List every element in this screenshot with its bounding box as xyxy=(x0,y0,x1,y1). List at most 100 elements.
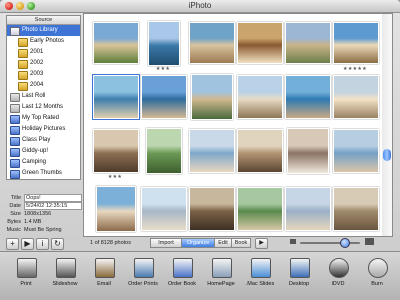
source-item-label: Camping xyxy=(22,159,47,165)
photo-thumbnail[interactable] xyxy=(148,20,180,66)
source-item[interactable]: Green Thumbs xyxy=(7,168,80,179)
mode-edit-button[interactable]: Edit xyxy=(214,238,232,248)
source-item[interactable]: Holiday Pictures xyxy=(7,124,80,135)
calendar-icon xyxy=(10,104,20,113)
photo-thumbnail[interactable] xyxy=(92,74,140,120)
source-item[interactable]: Last 12 Months xyxy=(7,102,80,113)
small-photo-icon xyxy=(290,239,296,244)
photo-thumbnail[interactable] xyxy=(333,75,379,119)
album-icon xyxy=(10,137,20,146)
organize-toolbar: Print Slideshow Email Order Prints Order Boo… xyxy=(0,251,400,300)
info-title-label: Title xyxy=(10,195,21,201)
info-music-value[interactable]: Must Be Spring xyxy=(24,226,78,234)
homepage-tool-button[interactable]: HomePage xyxy=(201,256,241,298)
photo-thumbnail[interactable] xyxy=(285,22,331,64)
photo-thumbnail[interactable] xyxy=(333,22,379,64)
source-item[interactable]: My Top Rated xyxy=(7,113,80,124)
order-book-tool-button[interactable]: Order Book xyxy=(162,256,202,298)
burn-tool-button[interactable]: Burn xyxy=(357,256,397,298)
photo-thumbnail[interactable] xyxy=(333,129,379,173)
source-item[interactable]: Giddy-up! xyxy=(7,146,80,157)
photo-thumbnail[interactable] xyxy=(191,74,233,120)
mac-slides-icon xyxy=(251,258,271,278)
source-item-label: Last 12 Months xyxy=(22,104,64,110)
album-icon xyxy=(10,170,20,179)
photo-thumbnail[interactable] xyxy=(93,129,139,173)
folder-icon xyxy=(18,82,28,91)
slideshow-tool-button[interactable]: Slideshow xyxy=(45,256,85,298)
source-list[interactable]: Source Photo Library Early Photos 2001 2002… xyxy=(6,15,81,180)
photo-thumbnail[interactable] xyxy=(189,22,235,64)
idvd-tool-button[interactable]: iDVD xyxy=(318,256,358,298)
source-item[interactable]: Photo Library xyxy=(7,25,80,36)
rotate-button[interactable]: ↻ xyxy=(51,238,64,250)
source-item[interactable]: Last Roll xyxy=(7,91,80,102)
photo-thumbnail[interactable] xyxy=(237,22,283,64)
photo-rating: ★★★ xyxy=(155,66,171,72)
photo-grid[interactable]: ★★★ ★★★★★ ★★★ xyxy=(83,13,384,237)
photo-thumbnail[interactable] xyxy=(93,22,139,64)
zoom-slider-track[interactable] xyxy=(300,242,360,244)
info-date-row: Date 5/24/02 12:35:15 xyxy=(6,202,82,210)
email-tool-button[interactable]: Email xyxy=(84,256,124,298)
info-title-field[interactable]: Oops! xyxy=(24,194,82,202)
source-item[interactable]: 2003 xyxy=(7,69,80,80)
album-icon xyxy=(10,159,20,168)
source-item-label: Photo Library xyxy=(22,27,58,33)
desktop-tool-button[interactable]: Desktop xyxy=(279,256,319,298)
source-item[interactable]: 2004 xyxy=(7,80,80,91)
mode-book-button[interactable]: Book xyxy=(231,238,251,248)
source-item[interactable]: 2001 xyxy=(7,47,80,58)
source-item-label: My Top Rated xyxy=(22,115,59,121)
large-photo-icon xyxy=(365,238,374,245)
photo-thumbnail[interactable] xyxy=(285,75,331,119)
source-header[interactable]: Source xyxy=(7,16,80,25)
source-item[interactable]: Class Play xyxy=(7,135,80,146)
info-bytes-value: 1.4 MB xyxy=(24,219,42,225)
photo-thumbnail[interactable] xyxy=(189,187,235,231)
title-bar[interactable]: iPhoto xyxy=(0,0,400,13)
order-book-icon xyxy=(173,258,193,278)
info-music-row: Music Must Be Spring xyxy=(6,226,81,234)
order-prints-icon xyxy=(134,258,154,278)
vertical-scrollbar[interactable] xyxy=(382,13,393,237)
mode-import-button[interactable]: Import xyxy=(150,238,182,248)
info-bytes-label: Bytes xyxy=(7,219,21,225)
mode-organize-button[interactable]: Organize xyxy=(181,238,215,248)
photo-thumbnail[interactable] xyxy=(237,129,283,173)
scrollbar-thumb[interactable] xyxy=(383,149,391,161)
source-item-label: Giddy-up! xyxy=(22,148,49,154)
photo-thumbnail[interactable] xyxy=(237,75,283,119)
info-date-label: Date xyxy=(9,203,21,209)
add-album-button[interactable]: + xyxy=(6,238,19,250)
mac-slides-tool-button[interactable]: .Mac Slides xyxy=(240,256,280,298)
photo-thumbnail[interactable] xyxy=(141,75,187,119)
order-prints-tool-button[interactable]: Order Prints xyxy=(123,256,163,298)
source-item-label: Green Thumbs xyxy=(22,170,62,176)
info-button[interactable]: i xyxy=(36,238,49,250)
photo-rating: ★★★★★ xyxy=(343,66,367,72)
source-item-label: Holiday Pictures xyxy=(22,126,66,132)
source-item-label: 2001 xyxy=(30,49,44,55)
photo-thumbnail[interactable] xyxy=(96,186,136,232)
play-slideshow-button[interactable]: ▶ xyxy=(21,238,34,250)
idvd-icon xyxy=(329,258,349,278)
source-item-label: 2004 xyxy=(30,82,44,88)
info-date-field[interactable]: 5/24/02 12:35:15 xyxy=(24,202,82,210)
photo-thumbnail[interactable] xyxy=(287,128,329,174)
folder-icon xyxy=(18,49,28,58)
photo-thumbnail[interactable] xyxy=(146,128,182,174)
info-size-value: 1808x1356 xyxy=(24,211,52,217)
photo-thumbnail[interactable] xyxy=(189,129,235,173)
zoom-slider-knob[interactable] xyxy=(340,238,350,248)
photo-thumbnail[interactable] xyxy=(333,187,379,231)
photo-thumbnail[interactable] xyxy=(237,187,283,231)
source-item[interactable]: Early Photos xyxy=(7,36,80,47)
source-item[interactable]: Camping xyxy=(7,157,80,168)
source-item[interactable]: Fencing Class xyxy=(7,179,80,180)
source-item[interactable]: 2002 xyxy=(7,58,80,69)
photo-thumbnail[interactable] xyxy=(285,187,331,231)
play-button[interactable]: ▶ xyxy=(255,238,268,249)
printer-tool-button[interactable]: Print xyxy=(6,256,46,298)
photo-thumbnail[interactable] xyxy=(141,187,187,231)
